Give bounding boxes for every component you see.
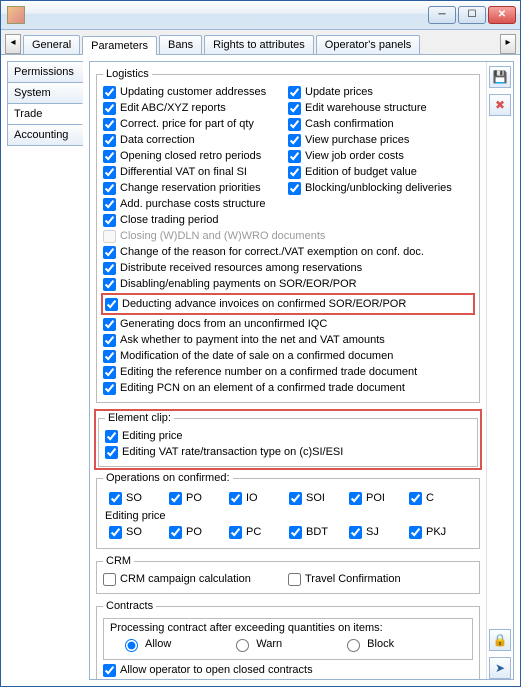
group-contracts-legend: Contracts — [103, 600, 156, 612]
chk-update-prices[interactable] — [288, 86, 301, 99]
chk-data-correction[interactable] — [103, 134, 116, 147]
radio-allow[interactable] — [125, 639, 138, 652]
chk-op-soi[interactable] — [289, 492, 302, 505]
chk-travel-confirmation[interactable] — [288, 573, 301, 586]
chk-change-reason-vat-exemption[interactable] — [103, 246, 116, 259]
right-toolbar: 💾 ✖ 🔒 ➤ — [486, 62, 513, 679]
group-element-clip-legend: Element clip: — [105, 412, 174, 424]
group-crm-legend: CRM — [103, 555, 134, 567]
chk-op-po[interactable] — [169, 492, 182, 505]
chk-opening-closed-retro[interactable] — [103, 150, 116, 163]
chk-disable-enable-payments[interactable] — [103, 278, 116, 291]
chk-ep-pc[interactable] — [229, 526, 242, 539]
lock-button[interactable]: 🔒 — [489, 629, 511, 651]
delete-button[interactable]: ✖ — [489, 94, 511, 116]
tab-scroll-left[interactable]: ◂ — [5, 34, 21, 54]
group-logistics: Logistics Updating customer addresses Ed… — [96, 68, 480, 403]
chk-op-so[interactable] — [109, 492, 122, 505]
chk-op-poi[interactable] — [349, 492, 362, 505]
label-editing-price: Editing price — [103, 508, 473, 522]
chk-close-trading-period[interactable] — [103, 214, 116, 227]
chk-correct-price-part-qty[interactable] — [103, 118, 116, 131]
chk-ep-sj[interactable] — [349, 526, 362, 539]
tab-parameters[interactable]: Parameters — [82, 36, 157, 55]
group-operations-legend: Operations on confirmed: — [103, 472, 233, 484]
chk-deducting-advance-invoices[interactable] — [105, 298, 118, 311]
group-crm: CRM CRM campaign calculation Travel Conf… — [96, 555, 480, 594]
chk-edition-budget-value[interactable] — [288, 166, 301, 179]
chk-differential-vat[interactable] — [103, 166, 116, 179]
sidebar-item-permissions[interactable]: Permissions — [7, 61, 83, 83]
save-button[interactable]: 💾 — [489, 66, 511, 88]
tab-scroll-right[interactable]: ▸ — [500, 34, 516, 54]
chk-modification-date-sale[interactable] — [103, 350, 116, 363]
tab-bar: ◂ General Parameters Bans Rights to attr… — [1, 30, 520, 55]
chk-ep-po[interactable] — [169, 526, 182, 539]
chk-op-c[interactable] — [409, 492, 422, 505]
chk-cash-confirmation[interactable] — [288, 118, 301, 131]
chk-closing-wdln-wwro — [103, 230, 116, 243]
minimize-button[interactable]: ─ — [428, 6, 456, 24]
group-operations-confirmed: Operations on confirmed: SO PO IO SOI PO… — [96, 472, 480, 549]
tab-rights-to-attributes[interactable]: Rights to attributes — [204, 35, 314, 54]
radio-block[interactable] — [347, 639, 360, 652]
chk-clip-editing-vat-rate[interactable] — [105, 446, 118, 459]
side-tabs: Permissions System Trade Accounting — [7, 61, 83, 680]
chk-distribute-received-resources[interactable] — [103, 262, 116, 275]
chk-updating-customer-addresses[interactable] — [103, 86, 116, 99]
chk-view-purchase-prices[interactable] — [288, 134, 301, 147]
tab-bans[interactable]: Bans — [159, 35, 202, 54]
chk-add-purchase-costs[interactable] — [103, 198, 116, 211]
tab-operators-panels[interactable]: Operator's panels — [316, 35, 420, 54]
pin-button[interactable]: ➤ — [489, 657, 511, 679]
chk-change-reservation-priorities[interactable] — [103, 182, 116, 195]
tab-general[interactable]: General — [23, 35, 80, 54]
highlight-element-clip: Element clip: Editing price Editing VAT … — [94, 409, 482, 470]
chk-allow-open-closed-contracts[interactable] — [103, 664, 116, 677]
label-processing-contract: Processing contract after exceeding quan… — [110, 622, 466, 634]
chk-generating-docs-iqc[interactable] — [103, 318, 116, 331]
chk-clip-editing-price[interactable] — [105, 430, 118, 443]
chk-ep-bdt[interactable] — [289, 526, 302, 539]
group-processing-contract: Processing contract after exceeding quan… — [103, 618, 473, 660]
chk-editing-reference-number[interactable] — [103, 366, 116, 379]
chk-edit-abc-xyz[interactable] — [103, 102, 116, 115]
sidebar-item-accounting[interactable]: Accounting — [7, 124, 83, 146]
maximize-button[interactable]: ☐ — [458, 6, 486, 24]
radio-warn[interactable] — [236, 639, 249, 652]
group-contracts: Contracts Processing contract after exce… — [96, 600, 480, 679]
chk-blocking-unblocking-deliveries[interactable] — [288, 182, 301, 195]
chk-crm-campaign[interactable] — [103, 573, 116, 586]
chk-ep-pkj[interactable] — [409, 526, 422, 539]
group-element-clip: Element clip: Editing price Editing VAT … — [98, 412, 478, 467]
chk-op-io[interactable] — [229, 492, 242, 505]
group-logistics-legend: Logistics — [103, 68, 152, 80]
chk-ask-payment-net-vat[interactable] — [103, 334, 116, 347]
content-panel: Logistics Updating customer addresses Ed… — [90, 62, 486, 679]
close-button[interactable]: ✕ — [488, 6, 516, 24]
chk-editing-pcn[interactable] — [103, 382, 116, 395]
sidebar-item-trade[interactable]: Trade — [7, 103, 83, 125]
chk-edit-warehouse-structure[interactable] — [288, 102, 301, 115]
highlight-deducting-advance: Deducting advance invoices on confirmed … — [101, 293, 475, 315]
chk-ep-so[interactable] — [109, 526, 122, 539]
titlebar: ─ ☐ ✕ — [1, 1, 520, 30]
sidebar-item-system[interactable]: System — [7, 82, 83, 104]
chk-view-job-order-costs[interactable] — [288, 150, 301, 163]
app-icon — [7, 6, 25, 24]
